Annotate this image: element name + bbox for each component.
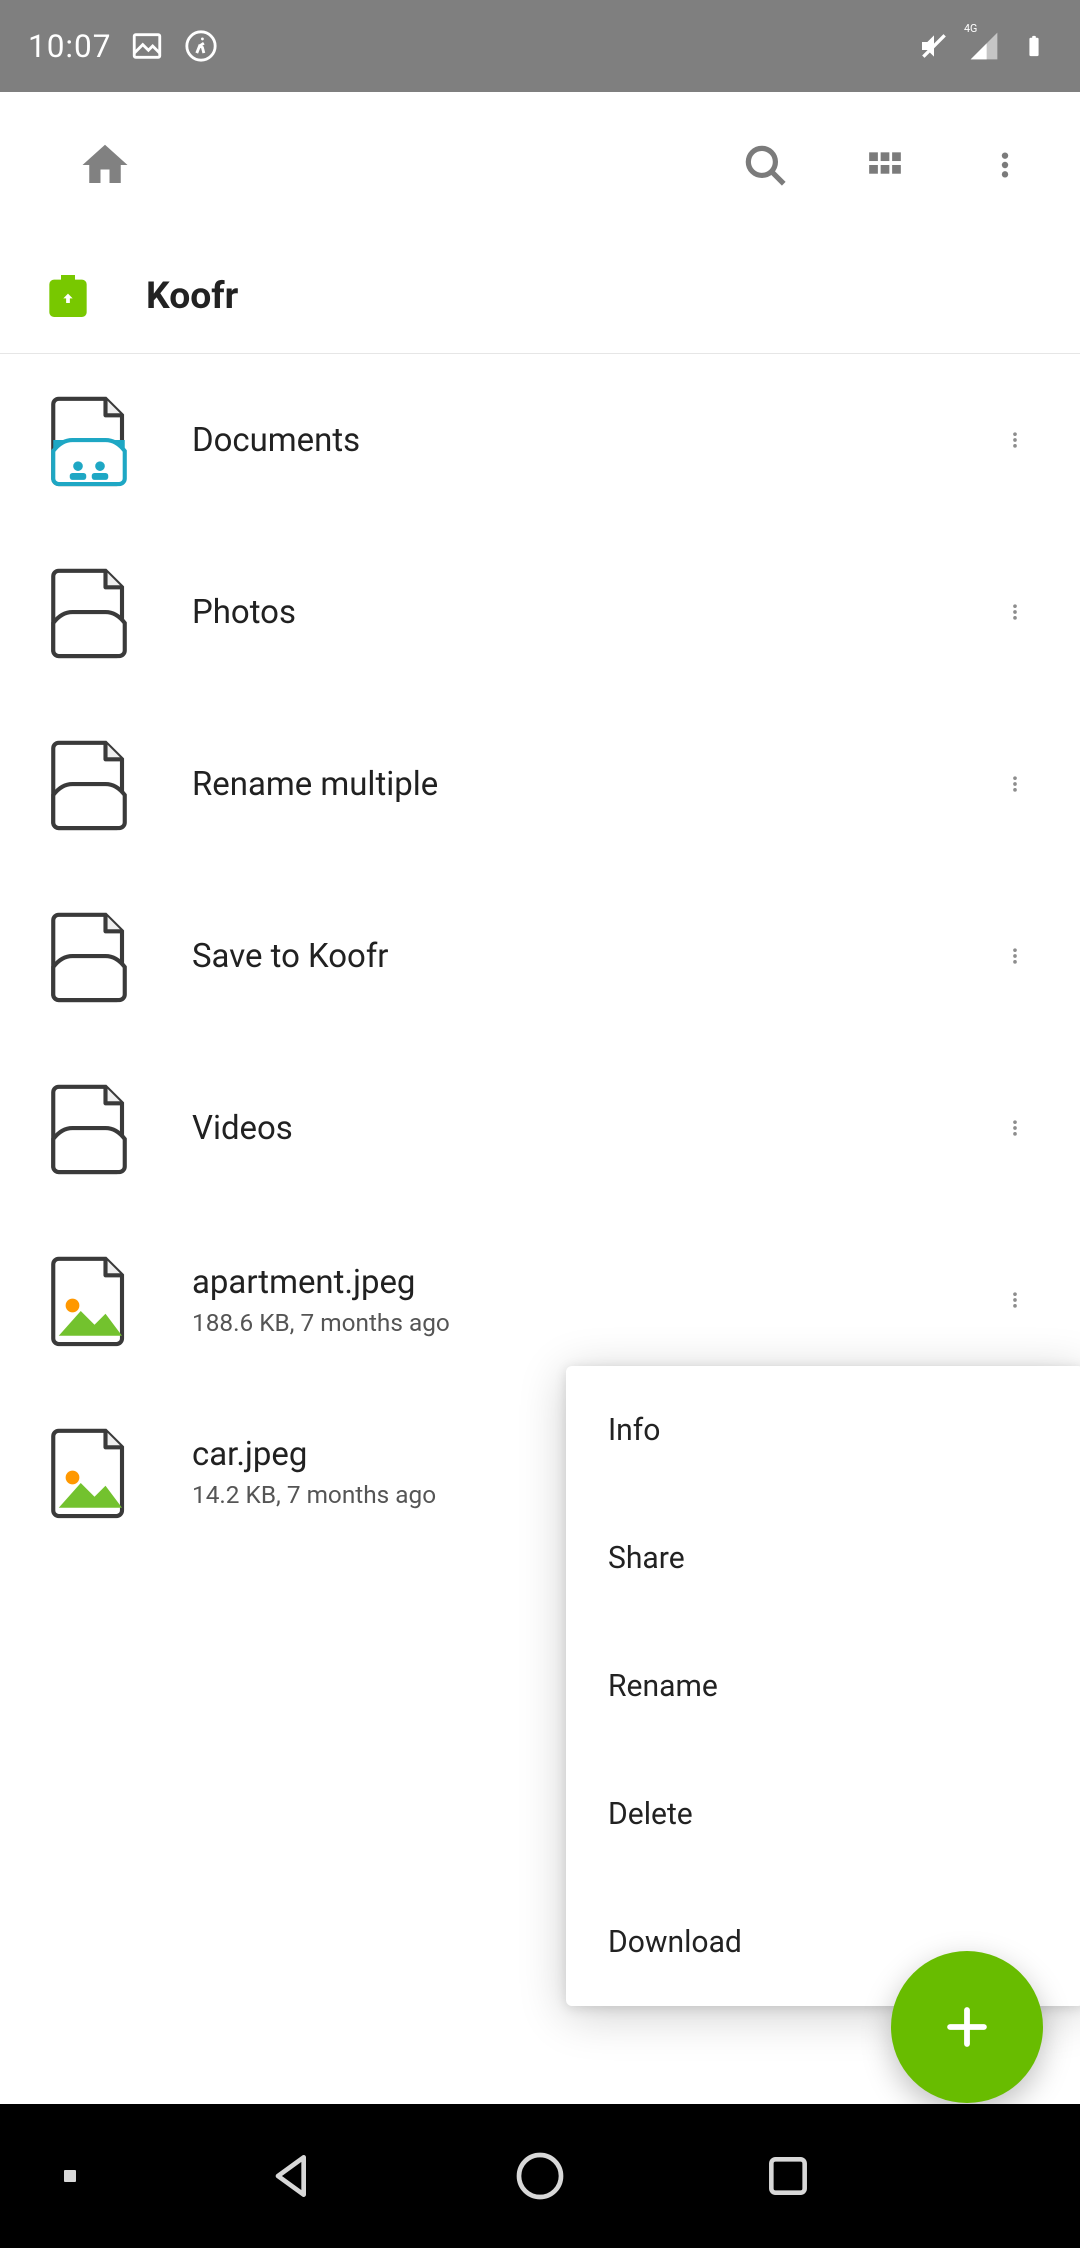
context-menu: InfoShareRenameDeleteDownload (566, 1366, 1080, 2006)
row-overflow-button[interactable] (980, 739, 1050, 829)
file-sub: 188.6 KB, 7 months ago (192, 1308, 980, 1337)
file-row[interactable]: Videos (0, 1042, 1080, 1214)
picture-icon (129, 28, 165, 64)
image-icon (44, 1250, 134, 1350)
status-left: 10:07 (28, 28, 219, 65)
view-grid-button[interactable] (840, 120, 930, 210)
folder-icon (44, 906, 134, 1006)
nav-extra-dot (64, 2170, 144, 2182)
overflow-button[interactable] (960, 120, 1050, 210)
file-name: Rename multiple (192, 765, 980, 804)
image-icon (44, 1422, 134, 1522)
file-row-body: Rename multiple (192, 765, 980, 804)
menu-item-share[interactable]: Share (566, 1494, 1080, 1622)
file-row[interactable]: Rename multiple (0, 698, 1080, 870)
row-overflow-button[interactable] (980, 395, 1050, 485)
battery-icon (1016, 28, 1052, 64)
file-row[interactable]: Documents (0, 354, 1080, 526)
running-icon (183, 28, 219, 64)
file-row[interactable]: Save to Koofr (0, 870, 1080, 1042)
menu-item-info[interactable]: Info (566, 1366, 1080, 1494)
cellular-icon: 4G (966, 28, 1002, 64)
folder-icon (44, 562, 134, 662)
search-button[interactable] (720, 120, 810, 210)
row-overflow-button[interactable] (980, 1083, 1050, 1173)
status-right: 4G (916, 28, 1052, 64)
file-row[interactable]: apartment.jpeg 188.6 KB, 7 months ago (0, 1214, 1080, 1386)
file-name: Videos (192, 1109, 980, 1148)
breadcrumb[interactable]: Koofr (0, 238, 1080, 354)
file-row-body: Photos (192, 593, 980, 632)
status-bar: 10:07 (0, 0, 1080, 92)
breadcrumb-title: Koofr (146, 274, 238, 318)
system-nav-bar (0, 2104, 1080, 2248)
mute-icon (916, 28, 952, 64)
row-overflow-button[interactable] (980, 911, 1050, 1001)
menu-item-delete[interactable]: Delete (566, 1750, 1080, 1878)
folder-icon (44, 734, 134, 834)
app-toolbar (0, 92, 1080, 238)
file-row[interactable]: Photos (0, 526, 1080, 698)
file-row-body: Videos (192, 1109, 980, 1148)
row-overflow-button[interactable] (980, 567, 1050, 657)
storage-icon (40, 268, 96, 324)
row-overflow-button[interactable] (980, 1255, 1050, 1345)
file-name: Save to Koofr (192, 937, 980, 976)
file-row-body: apartment.jpeg 188.6 KB, 7 months ago (192, 1263, 980, 1337)
file-name: apartment.jpeg (192, 1263, 980, 1302)
nav-home-button[interactable] (440, 2148, 640, 2204)
file-name: Documents (192, 421, 980, 460)
nav-recents-button[interactable] (688, 2151, 888, 2201)
folder-icon (44, 1078, 134, 1178)
file-name: Photos (192, 593, 980, 632)
fab-add-button[interactable] (891, 1951, 1043, 2103)
folder-special-icon (44, 390, 134, 490)
file-row-body: Save to Koofr (192, 937, 980, 976)
nav-back-button[interactable] (192, 2148, 392, 2204)
status-time: 10:07 (28, 28, 111, 65)
device-frame: 10:07 (0, 0, 1080, 2248)
home-button[interactable] (60, 120, 150, 210)
menu-item-rename[interactable]: Rename (566, 1622, 1080, 1750)
file-row-body: Documents (192, 421, 980, 460)
